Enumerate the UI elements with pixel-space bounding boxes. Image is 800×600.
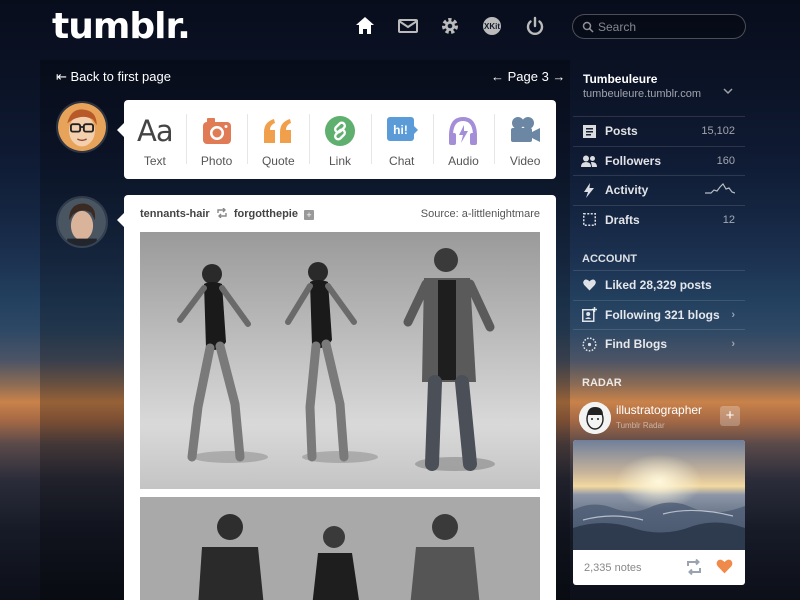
user-avatar[interactable] (56, 101, 108, 153)
post-type-label: Quote (261, 154, 295, 168)
find-icon (581, 336, 597, 352)
followers-count: 160 (716, 154, 735, 167)
sidebar-item-liked[interactable]: Liked 28,329 posts (573, 270, 745, 300)
activity-sparkline (705, 182, 736, 198)
radar-section-title: RADAR (582, 377, 622, 389)
post-username[interactable]: tennants-hair (140, 208, 210, 220)
post-type-label: Chat (389, 154, 415, 168)
post-type-link[interactable]: Link (309, 100, 371, 179)
sidebar-item-label: Followers (605, 153, 662, 168)
reblog-icon (213, 207, 234, 220)
svg-text:hi!: hi! (393, 123, 408, 137)
page-3-link[interactable]: ← Page 3 → (491, 69, 565, 84)
account-menu: Liked 28,329 posts Following 321 blogs ›… (573, 270, 745, 359)
post-author-avatar[interactable] (56, 196, 108, 248)
svg-text:XKit: XKit (484, 22, 500, 31)
radar-post-image[interactable] (573, 440, 745, 550)
radar-avatar[interactable] (579, 402, 611, 434)
sidebar-item-label: Find Blogs (605, 337, 667, 352)
gear-icon[interactable] (438, 14, 462, 38)
sidebar-item-activity[interactable]: Activity (573, 175, 745, 205)
blog-header[interactable]: Tumbeuleure tumbeuleure.tumblr.com (573, 72, 745, 100)
headphones-icon (447, 116, 479, 146)
sidebar-item-label: Activity (605, 183, 649, 198)
camera-icon (202, 116, 232, 146)
post-type-video[interactable]: Video (494, 100, 556, 179)
post-type-label: Link (329, 154, 352, 168)
activity-icon (581, 182, 597, 198)
radar-post-footer: 2,335 notes (573, 550, 745, 585)
account-section-title: ACCOUNT (582, 253, 637, 265)
chevron-down-icon (723, 82, 733, 100)
sidebar-item-label: Following 321 blogs (605, 307, 720, 322)
search-input[interactable] (598, 18, 738, 36)
following-icon (581, 307, 597, 323)
mail-icon[interactable] (396, 14, 420, 38)
video-camera-icon (509, 116, 541, 146)
sidebar-item-label: Drafts (605, 212, 640, 227)
post-type-photo[interactable]: Photo (185, 100, 248, 179)
tumblr-logo[interactable]: tumblr. (52, 6, 191, 47)
radar-follow-button[interactable]: + (720, 406, 740, 426)
blog-menu: Posts 15,102 Followers 160 Activity Draf… (573, 116, 745, 234)
search-box[interactable] (572, 14, 746, 39)
sidebar-item-label: Posts (605, 124, 638, 139)
followers-icon (581, 153, 597, 169)
sidebar-item-posts[interactable]: Posts 15,102 (573, 116, 745, 146)
radar-blog[interactable]: illustratographer Tumblr Radar + (573, 400, 745, 440)
blog-url: tumbeuleure.tumblr.com (583, 88, 701, 100)
home-icon[interactable] (353, 14, 377, 38)
notes-count[interactable]: 2,335 notes (584, 562, 642, 574)
posts-count: 15,102 (701, 125, 735, 138)
post-type-audio[interactable]: Audio (432, 100, 495, 179)
radar-post-card: 2,335 notes (573, 440, 745, 585)
blog-name: Tumbeuleure (583, 72, 658, 86)
post-type-label: Video (509, 154, 541, 168)
sidebar-item-following[interactable]: Following 321 blogs › (573, 299, 745, 330)
chevron-right-icon: › (731, 338, 735, 351)
drafts-count: 12 (722, 213, 735, 226)
search-icon (582, 21, 594, 33)
post-header: tennants-hair forgotthepie + Source: a-l… (140, 207, 540, 224)
xkit-icon[interactable]: XKit (480, 14, 504, 38)
sidebar-item-followers[interactable]: Followers 160 (573, 145, 745, 176)
link-icon (325, 116, 356, 146)
back-to-first-page-link[interactable]: ⇤ Back to first page (56, 69, 171, 85)
chevron-right-icon: › (731, 308, 735, 321)
post-source-link[interactable]: Source: a-littlenightmare (421, 208, 540, 220)
reblogged-from-username[interactable]: forgotthepie (234, 208, 298, 220)
posts-icon (581, 123, 597, 139)
post-type-text[interactable]: Aa Text (124, 100, 186, 179)
radar-username[interactable]: illustratographer (616, 403, 702, 417)
follow-plus-icon[interactable]: + (304, 210, 315, 220)
like-button[interactable] (716, 559, 733, 579)
post-gif-image[interactable] (140, 232, 540, 489)
drafts-icon (581, 212, 597, 228)
text-icon: Aa (137, 114, 174, 148)
sidebar-item-find-blogs[interactable]: Find Blogs › (573, 329, 745, 359)
post-type-label: Audio (448, 154, 479, 168)
power-icon[interactable] (523, 14, 547, 38)
heart-icon (581, 277, 597, 293)
post-type-chat[interactable]: hi! Chat (370, 100, 433, 179)
radar-subtitle: Tumblr Radar (616, 421, 665, 430)
post-type-bar: Aa Text Photo Quote Link hi! Chat Audio (117, 100, 556, 179)
post-gif-image-2[interactable] (140, 497, 540, 600)
quote-icon (262, 116, 294, 146)
reblog-button[interactable] (685, 558, 703, 580)
post-type-label: Photo (200, 154, 233, 168)
post-type-label: Text (143, 154, 166, 168)
sidebar-item-drafts[interactable]: Drafts 12 (573, 204, 745, 235)
post-card: tennants-hair forgotthepie + Source: a-l… (117, 195, 556, 600)
chat-icon: hi! (386, 116, 418, 146)
post-type-quote[interactable]: Quote (247, 100, 309, 179)
sidebar-item-label: Liked 28,329 posts (605, 278, 712, 293)
